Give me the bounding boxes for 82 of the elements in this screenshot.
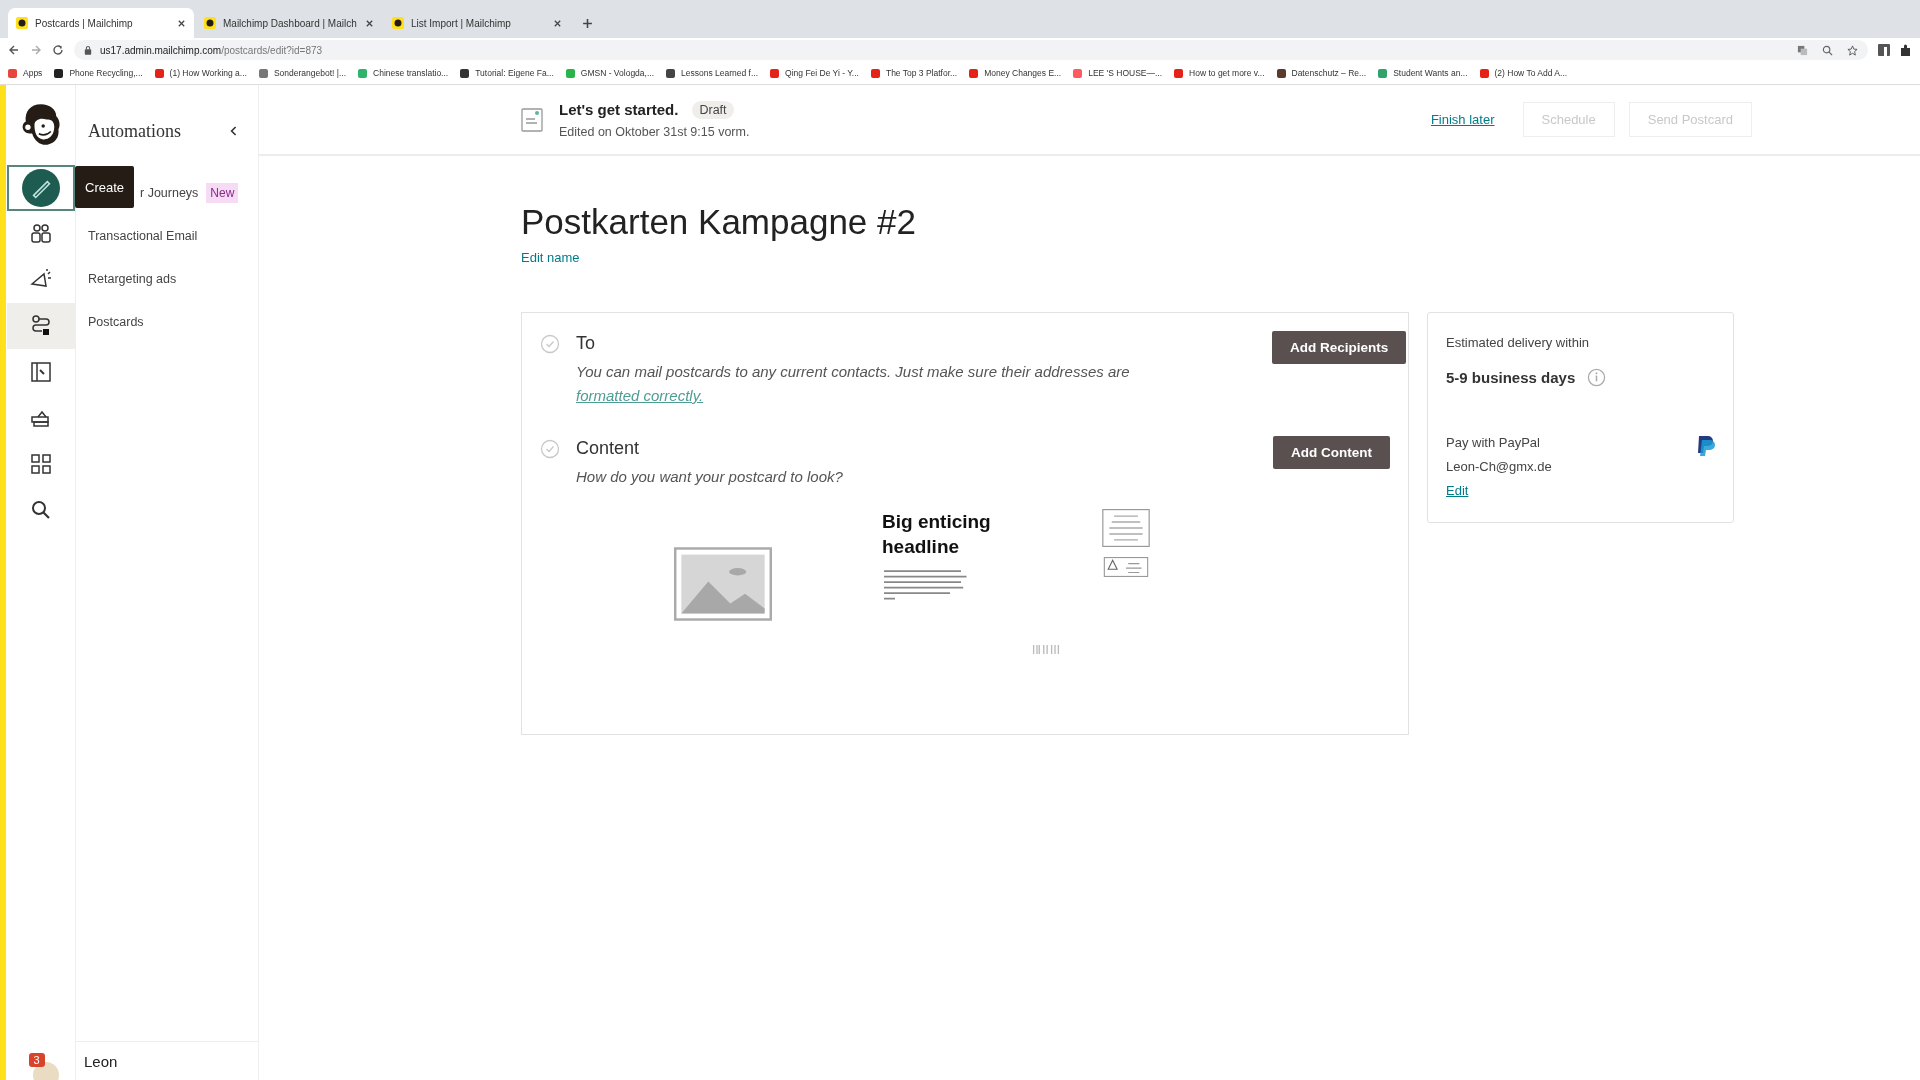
close-icon[interactable] bbox=[553, 18, 562, 28]
browser-tab[interactable]: List Import | Mailchimp bbox=[384, 8, 570, 38]
paypal-logo-icon bbox=[1695, 435, 1715, 457]
puzzle-icon[interactable] bbox=[1900, 44, 1912, 56]
new-badge: New bbox=[206, 182, 239, 203]
checkmark-circle-icon bbox=[540, 334, 560, 354]
address-bar[interactable]: us17.admin.mailchimp.com/postcards/edit?id=873 bbox=[74, 40, 1868, 60]
sidebar-item[interactable]: Retargeting ads bbox=[88, 271, 177, 286]
bookmark[interactable]: Lessons Learned f... bbox=[666, 68, 759, 78]
bookmark[interactable]: Qing Fei De Yi - Y... bbox=[770, 68, 859, 78]
pencil-icon bbox=[21, 169, 60, 207]
nav-rail-item[interactable] bbox=[6, 303, 75, 349]
bookmark[interactable]: Chinese translatio... bbox=[358, 68, 449, 78]
delivery-time: 5-9 business days bbox=[1446, 369, 1576, 386]
close-icon[interactable] bbox=[177, 18, 186, 28]
lock-icon bbox=[84, 45, 92, 55]
collapse-icon[interactable] bbox=[230, 125, 238, 137]
bookmark[interactable]: The Top 3 Platfor... bbox=[870, 68, 958, 78]
image-placeholder-icon bbox=[674, 547, 772, 621]
tooltip: Create bbox=[75, 166, 135, 208]
status-badge: Draft bbox=[692, 100, 734, 119]
tab-title: List Import | Mailchimp bbox=[411, 17, 512, 29]
payment-email: Leon-Ch@gmx.de bbox=[1446, 459, 1552, 474]
bookmark[interactable]: How to get more v... bbox=[1174, 68, 1265, 78]
add-content-button[interactable]: Add Content bbox=[1273, 436, 1390, 469]
zoom-icon[interactable] bbox=[1822, 44, 1833, 56]
translate-icon[interactable] bbox=[1797, 44, 1808, 56]
postcard-headline: Big enticing headline bbox=[882, 510, 992, 559]
people-icon bbox=[29, 223, 52, 245]
bookmark[interactable]: LEE 'S HOUSE—... bbox=[1073, 68, 1163, 78]
bookmark[interactable]: Money Changes E... bbox=[969, 68, 1062, 78]
browser-tab[interactable]: Postcards | Mailchimp bbox=[8, 8, 194, 38]
bookmark[interactable]: Apps bbox=[8, 68, 43, 78]
grid-icon bbox=[29, 453, 52, 475]
delivery-label: Estimated delivery within bbox=[1446, 335, 1591, 350]
browser-window-icon bbox=[29, 361, 52, 383]
sidebar-item[interactable]: Postcards bbox=[88, 314, 144, 329]
tab-title: Postcards | Mailchimp bbox=[35, 17, 134, 29]
reload-icon[interactable] bbox=[52, 44, 64, 56]
bookmark[interactable]: Student Wants an... bbox=[1378, 68, 1468, 78]
page-title: Let's get started. bbox=[559, 101, 679, 118]
nav-rail-item[interactable] bbox=[6, 165, 75, 211]
sidebar-item[interactable]: r Journeys bbox=[140, 185, 199, 200]
postage-stamp-drawing bbox=[1102, 509, 1150, 547]
flow-icon bbox=[29, 315, 52, 337]
new-tab-icon[interactable] bbox=[582, 18, 593, 29]
tab-title: Mailchimp Dashboard | Mailch bbox=[223, 17, 358, 29]
bookmark[interactable]: Phone Recycling,... bbox=[54, 68, 143, 78]
monkey-favicon-icon bbox=[204, 17, 216, 29]
sidebar-item[interactable]: Transactional Email bbox=[88, 228, 198, 243]
extension-icon[interactable] bbox=[1878, 44, 1890, 56]
search-icon bbox=[29, 499, 52, 521]
campaign-name: Postkarten Kampagne #2 bbox=[521, 202, 917, 242]
edit-name-link[interactable]: Edit name bbox=[521, 250, 580, 265]
step-description: You can mail postcards to any current contacts. Just make sure their addresses are formatted correctly. bbox=[576, 362, 1131, 406]
close-icon[interactable] bbox=[365, 18, 374, 28]
add-recipients-button[interactable]: Add Recipients bbox=[1272, 331, 1407, 364]
tree-logo-drawing bbox=[1102, 557, 1150, 577]
step-title: To bbox=[576, 333, 596, 354]
bookmark[interactable]: Tutorial: Eigene Fa... bbox=[460, 68, 554, 78]
monkey-favicon-icon bbox=[392, 17, 404, 29]
barcode-drawing bbox=[1032, 645, 1060, 654]
browser-tab[interactable]: Mailchimp Dashboard | Mailch bbox=[196, 8, 382, 38]
edit-payment-link[interactable]: Edit bbox=[1446, 483, 1552, 498]
bookmark[interactable]: (2) How To Add A... bbox=[1479, 68, 1568, 78]
back-icon[interactable] bbox=[8, 44, 20, 56]
user-name[interactable]: Leon bbox=[84, 1052, 118, 1070]
bookmark[interactable]: Datenschutz – Re... bbox=[1276, 68, 1367, 78]
bookmark[interactable]: (1) How Working a... bbox=[154, 68, 247, 78]
bookmark[interactable]: GMSN - Vologda,... bbox=[565, 68, 655, 78]
document-icon bbox=[521, 107, 543, 132]
checkmark-circle-icon bbox=[540, 439, 560, 459]
notification-count: 3 bbox=[28, 1053, 45, 1067]
monkey-favicon-icon bbox=[16, 17, 28, 29]
star-icon[interactable] bbox=[1847, 44, 1858, 56]
bookmark[interactable]: Sonderangebot! |... bbox=[258, 68, 347, 78]
section-title: Automations bbox=[88, 120, 181, 142]
step-title: Content bbox=[576, 438, 641, 459]
finish-later-link[interactable]: Finish later bbox=[1430, 112, 1495, 127]
step-description: How do you want your postcard to look? bbox=[576, 467, 844, 487]
payment-method: Pay with PayPal bbox=[1446, 435, 1541, 450]
edited-timestamp: Edited on Oktober 31st 9:15 vorm. bbox=[559, 124, 750, 139]
